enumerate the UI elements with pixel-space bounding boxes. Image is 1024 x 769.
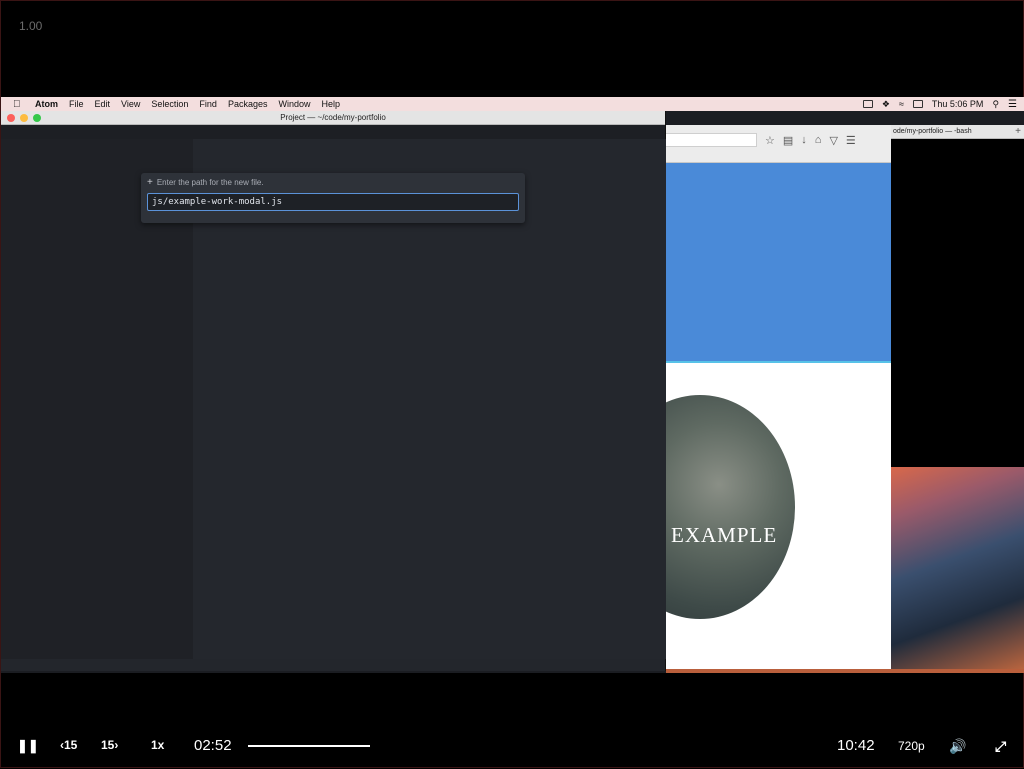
clipboard-icon[interactable]: ▤ — [783, 134, 793, 147]
player-controls: ❚❚ ‹15 15› 1x 02:52 10:42 720p 🔊 ⤢ — [1, 725, 1024, 769]
dropbox-icon[interactable]: ❖ — [882, 99, 890, 110]
tree-row[interactable] — [1, 279, 193, 295]
menu-help[interactable]: Help — [321, 99, 340, 109]
download-icon[interactable]: ↓ — [801, 134, 807, 147]
tree-row[interactable] — [1, 139, 193, 155]
menu-window[interactable]: Window — [278, 99, 310, 109]
tree-row[interactable] — [1, 372, 193, 388]
tree-row[interactable] — [1, 403, 193, 419]
airplay-icon[interactable] — [912, 100, 923, 108]
menu-selection[interactable]: Selection — [151, 99, 188, 109]
menu-find[interactable]: Find — [199, 99, 217, 109]
close-window-icon[interactable] — [7, 114, 15, 122]
tree-row[interactable] — [1, 341, 193, 357]
new-file-dialog: + Enter the path for the new file. — [141, 173, 525, 223]
volume-icon[interactable]: 🔊 — [949, 738, 966, 755]
zoom-window-icon[interactable] — [33, 114, 41, 122]
progress-bar-fill — [248, 745, 370, 747]
menu-file[interactable]: File — [69, 99, 84, 109]
tab-editor-file[interactable] — [193, 125, 217, 139]
playback-speed-button[interactable]: 1x — [151, 738, 164, 752]
rewind-label: 15 — [64, 738, 78, 752]
tree-row[interactable] — [1, 155, 193, 171]
minimize-window-icon[interactable] — [20, 114, 28, 122]
atom-window-title: Project — ~/code/my-portfolio — [280, 113, 386, 122]
atom-titlebar: Project — ~/code/my-portfolio — [1, 111, 665, 125]
home-icon[interactable]: ⌂ — [815, 134, 822, 147]
address-bar[interactable] — [665, 133, 757, 147]
tree-row[interactable] — [1, 449, 193, 465]
plus-icon: + — [147, 177, 153, 188]
tree-row[interactable] — [1, 496, 193, 512]
new-tab-icon[interactable]: + — [1015, 126, 1021, 137]
terminal-window: ode/my-portfolio — -bash + — [889, 125, 1024, 467]
menubar-status-area: ❖ ≈ Thu 5:06 PM ⚲ ☰ — [862, 99, 1017, 110]
pause-icon[interactable]: ❚❚ — [17, 738, 39, 754]
pocket-icon[interactable]: ▽ — [829, 134, 837, 147]
mac-menubar:  Atom File Edit View Selection Find Pac… — [1, 97, 1024, 111]
menu-view[interactable]: View — [121, 99, 140, 109]
tree-row[interactable] — [1, 480, 193, 496]
tree-row[interactable] — [1, 387, 193, 403]
new-file-path-input[interactable] — [147, 193, 519, 211]
zoom-label: 1.00 — [19, 19, 43, 33]
tree-row[interactable] — [1, 263, 193, 279]
atom-tabs — [1, 125, 665, 139]
wifi-icon[interactable]: ≈ — [899, 99, 904, 109]
tree-row[interactable] — [1, 418, 193, 434]
video-player: 1.00  Atom File Edit View Selection Fin… — [0, 0, 1024, 768]
tree-row[interactable] — [1, 465, 193, 481]
new-file-prompt-text: Enter the path for the new file. — [156, 178, 264, 187]
forward-15-button[interactable]: 15› — [101, 738, 118, 752]
atom-editor-window: Project — ~/code/my-portfolio + Enter th… — [1, 111, 666, 671]
duration: 10:42 — [837, 737, 875, 754]
apple-icon[interactable]:  — [13, 99, 25, 110]
forward-label: 15 — [101, 738, 115, 752]
tree-row[interactable] — [1, 248, 193, 264]
example-heading: EXAMPLE — [671, 523, 778, 547]
quality-button[interactable]: 720p — [898, 739, 925, 753]
menu-hamburger-icon[interactable]: ☰ — [846, 134, 856, 147]
tree-row[interactable] — [1, 356, 193, 372]
terminal-title[interactable]: ode/my-portfolio — -bash — [893, 128, 972, 135]
tree-row[interactable] — [1, 434, 193, 450]
browser-window: ☆ ▤ ↓ ⌂ ▽ ☰ EXAMPLE — [605, 125, 891, 669]
page-hero-banner — [665, 163, 891, 363]
current-time: 02:52 — [194, 737, 232, 754]
browser-toolbar: ☆ ▤ ↓ ⌂ ▽ ☰ — [665, 125, 891, 163]
desktop-wallpaper-strip — [666, 669, 1024, 673]
tree-row[interactable] — [1, 294, 193, 310]
progress-bar[interactable] — [248, 745, 370, 747]
browser-tools: ☆ ▤ ↓ ⌂ ▽ ☰ — [765, 134, 856, 147]
forward-chevron-icon: › — [114, 738, 119, 752]
menu-app-name[interactable]: Atom — [35, 99, 58, 109]
rewind-15-button[interactable]: ‹15 — [60, 738, 77, 752]
menubar-clock[interactable]: Thu 5:06 PM — [932, 99, 984, 109]
spotlight-search-icon[interactable]: ⚲ — [992, 99, 999, 110]
tree-row[interactable] — [1, 310, 193, 326]
notification-list-icon[interactable]: ☰ — [1008, 99, 1017, 110]
window-controls — [7, 114, 41, 122]
tree-row[interactable] — [1, 325, 193, 341]
tree-row[interactable] — [1, 232, 193, 248]
new-file-prompt: + Enter the path for the new file. — [147, 177, 264, 188]
desktop-wallpaper — [891, 467, 1024, 673]
recorded-screen:  Atom File Edit View Selection Find Pac… — [1, 97, 1024, 673]
exit-fullscreen-icon[interactable]: ⤢ — [995, 738, 1006, 755]
camera-icon[interactable] — [862, 100, 873, 108]
terminal-tab-bar: ode/my-portfolio — -bash + — [889, 125, 1024, 139]
menu-edit[interactable]: Edit — [95, 99, 111, 109]
tab-project[interactable] — [1, 125, 193, 139]
menu-packages[interactable]: Packages — [228, 99, 268, 109]
bookmark-star-icon[interactable]: ☆ — [765, 134, 775, 147]
